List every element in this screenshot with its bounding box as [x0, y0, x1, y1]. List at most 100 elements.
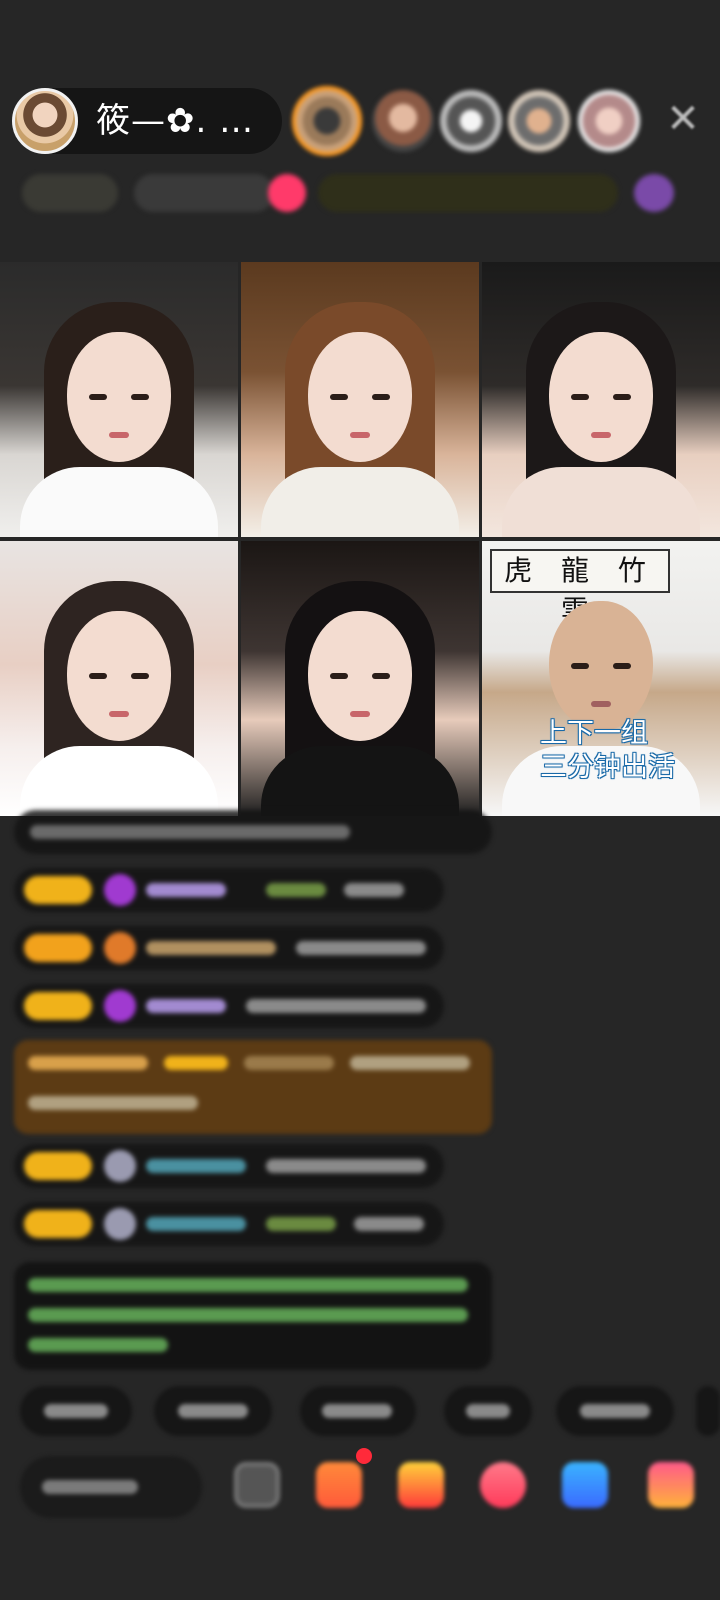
chat-text	[354, 1217, 424, 1231]
chat-text	[266, 1159, 426, 1173]
guest-eye	[571, 394, 589, 400]
chat-message-highlight[interactable]	[14, 1040, 492, 1134]
video-tile-2[interactable]	[241, 262, 479, 537]
fan-badge-icon	[104, 1150, 136, 1182]
guest-body	[261, 467, 459, 537]
chat-message[interactable]	[14, 1202, 444, 1246]
chat-text	[246, 999, 426, 1013]
quick-reply-chip[interactable]	[444, 1386, 532, 1436]
info-chip-icon[interactable]	[268, 174, 306, 212]
guest-mouth	[591, 701, 611, 707]
top-viewer-avatar-1[interactable]	[292, 86, 362, 156]
system-text	[28, 1278, 468, 1292]
chat-mention	[266, 1217, 336, 1231]
quick-reply-chip[interactable]	[300, 1386, 416, 1436]
level-badge	[24, 1210, 92, 1238]
top-viewer-avatar-4[interactable]	[508, 90, 570, 152]
guest-face	[67, 332, 171, 462]
quick-reply-chip[interactable]	[154, 1386, 272, 1436]
quick-reply-chip[interactable]	[20, 1386, 132, 1436]
video-tile-4[interactable]	[0, 541, 238, 816]
caption-line-2: 三分钟出活	[540, 752, 675, 783]
guest-eye	[613, 394, 631, 400]
chat-message[interactable]	[14, 926, 444, 970]
video-tile-5[interactable]	[241, 541, 479, 816]
level-badge	[24, 992, 92, 1020]
top-viewer-avatar-2[interactable]	[372, 90, 434, 152]
quick-reply-text	[466, 1404, 510, 1418]
host-info-pill[interactable]: 筱—✿. …	[12, 88, 282, 154]
top-viewer-avatar-5[interactable]	[578, 90, 640, 152]
close-icon[interactable]: ✕	[662, 98, 704, 140]
comment-placeholder	[42, 1480, 138, 1494]
quick-reply-text	[322, 1404, 392, 1418]
guest-mouth	[350, 432, 370, 438]
guest-eye	[89, 673, 107, 679]
multi-guest-video-grid: 虎 龍 竹 雲 上下一组 三分钟出活	[0, 262, 720, 816]
chat-username	[146, 941, 276, 955]
guest-face	[308, 611, 412, 741]
heart-icon[interactable]	[480, 1462, 526, 1508]
guest-mouth	[109, 432, 129, 438]
share-icon[interactable]	[562, 1462, 608, 1508]
video-tile-1[interactable]	[0, 262, 238, 537]
guest-eye	[89, 394, 107, 400]
chat-username	[146, 1217, 246, 1231]
video-tile-6[interactable]: 虎 龍 竹 雲 上下一组 三分钟出活	[482, 541, 720, 816]
guest-eye	[372, 394, 390, 400]
info-chip[interactable]	[318, 174, 618, 212]
level-badge	[24, 1152, 92, 1180]
vip-badge	[28, 1056, 148, 1070]
guest-body	[20, 467, 218, 537]
chat-message[interactable]	[14, 1144, 444, 1188]
quick-reply-text	[44, 1404, 108, 1418]
chat-username	[146, 999, 226, 1013]
guest-eye	[131, 394, 149, 400]
info-chip-icon[interactable]	[634, 174, 674, 212]
quick-reply-text	[580, 1404, 650, 1418]
chat-text	[350, 1056, 470, 1070]
info-chip[interactable]	[134, 174, 274, 212]
host-name: 筱—✿. …	[96, 101, 255, 141]
notification-dot	[356, 1448, 372, 1464]
level-badge	[24, 934, 92, 962]
quick-reply-chip[interactable]	[696, 1386, 720, 1436]
chat-message[interactable]	[14, 868, 444, 912]
video-caption: 上下一组 三分钟出活	[540, 717, 675, 785]
guest-body	[20, 746, 218, 816]
quick-reply-text	[178, 1404, 248, 1418]
system-notice	[14, 1262, 492, 1370]
guest-body	[261, 746, 459, 816]
video-tile-3[interactable]	[482, 262, 720, 537]
guest-face	[549, 332, 653, 462]
host-avatar[interactable]	[12, 88, 78, 154]
chat-username	[244, 1056, 334, 1070]
guest-eye	[613, 663, 631, 669]
guest-eye	[330, 673, 348, 679]
guest-mouth	[109, 711, 129, 717]
fan-badge-icon	[104, 874, 136, 906]
level-badge	[164, 1056, 228, 1070]
guest-face	[67, 611, 171, 741]
shop-icon[interactable]	[398, 1462, 444, 1508]
guest-body	[502, 467, 700, 537]
guest-face	[549, 601, 653, 731]
fan-badge-icon	[104, 990, 136, 1022]
wall-calligraphy: 虎 龍 竹 雲	[490, 549, 670, 627]
chat-text	[28, 1096, 198, 1110]
top-viewer-avatar-3[interactable]	[440, 90, 502, 152]
chat-text	[30, 825, 350, 839]
chat-message[interactable]	[14, 810, 492, 854]
info-chip[interactable]	[22, 174, 118, 212]
guest-mouth	[350, 711, 370, 717]
gift-icon[interactable]	[316, 1462, 362, 1508]
guest-face	[308, 332, 412, 462]
system-text	[28, 1338, 168, 1352]
comment-input[interactable]	[20, 1456, 202, 1518]
game-icon[interactable]	[648, 1462, 694, 1508]
fan-badge-icon	[104, 1208, 136, 1240]
quick-reply-chip[interactable]	[556, 1386, 674, 1436]
chat-text	[296, 941, 426, 955]
more-icon[interactable]	[234, 1462, 280, 1508]
chat-message[interactable]	[14, 984, 444, 1028]
